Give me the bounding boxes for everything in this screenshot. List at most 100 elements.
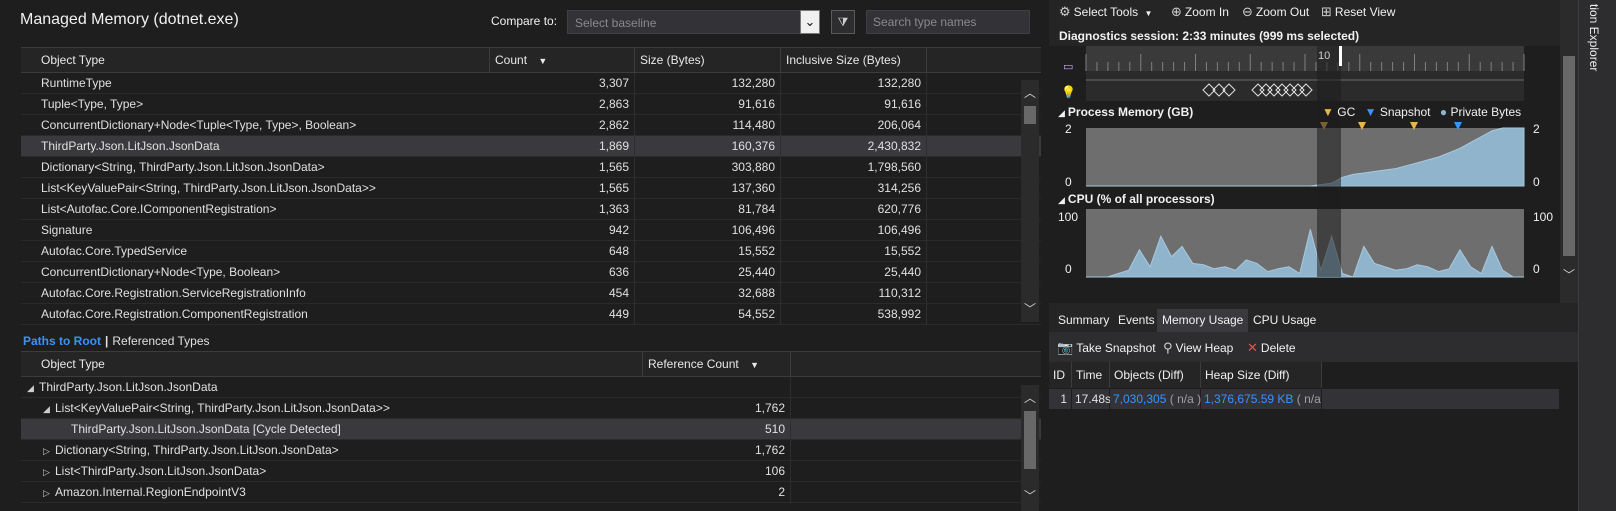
table-row[interactable]: Autofac.Core.Registration.ComponentRegis… [21, 304, 1041, 325]
column-object-type[interactable]: Object Type [21, 48, 490, 73]
snapshot-objects-link[interactable]: 7,030,305 [1113, 392, 1166, 406]
tree-row[interactable]: ◢ List<KeyValuePair<String, ThirdParty.Js… [21, 398, 1041, 419]
tab-summary[interactable]: Summary [1053, 309, 1114, 332]
selection-band[interactable] [1317, 46, 1341, 277]
reset-view-button[interactable]: ⊞ Reset View [1321, 4, 1395, 20]
session-status: Diagnostics session: 2:33 minutes (999 m… [1059, 29, 1360, 43]
tree-row[interactable]: ▷ List<ThirdParty.Json.LitJson.JsonData> 1… [21, 461, 1041, 482]
scroll-thumb[interactable] [1563, 56, 1575, 256]
zoom-out-button[interactable]: ⊖ Zoom Out [1242, 4, 1309, 20]
take-snapshot-button[interactable]: 📷 Take Snapshot [1057, 340, 1156, 356]
table-row[interactable]: Autofac.Core.TypedService 648 15,552 15,552 [21, 241, 1041, 262]
cell-object-type: Dictionary<String, ThirdParty.Json.LitJs… [41, 160, 325, 174]
tab-memory-usage[interactable]: Memory Usage [1157, 309, 1249, 332]
expanded-icon[interactable]: ◢ [43, 399, 55, 419]
cpu-y-max-left: 100 [1058, 210, 1079, 224]
snapshot-legend-label: Snapshot [1379, 105, 1431, 119]
baseline-select[interactable]: Select baseline ⌄ [567, 10, 820, 34]
column-id[interactable]: ID [1049, 362, 1072, 388]
scroll-up-icon[interactable]: ︿ [1021, 84, 1039, 102]
paths-table-header: Object Type Reference Count ▼ [21, 352, 1041, 377]
table-row[interactable]: ConcurrentDictionary+Node<Type, Boolean>… [21, 262, 1041, 283]
tab-paths-to-root[interactable]: Paths to Root [23, 334, 101, 348]
cell-count: 648 [490, 241, 635, 262]
column-size[interactable]: Size (Bytes) [635, 48, 781, 73]
memory-y-min-left: 0 [1065, 175, 1072, 189]
zoom-in-button[interactable]: ⊕ Zoom In [1171, 4, 1229, 20]
column-count[interactable]: Count ▼ [490, 48, 635, 73]
column-heap-size-diff[interactable]: Heap Size (Diff) [1201, 362, 1322, 388]
column-objects-diff[interactable]: Objects (Diff) [1110, 362, 1201, 388]
cell-path-object-type: ◢ List<KeyValuePair<String, ThirdParty.Js… [21, 398, 643, 419]
cell-size: 137,360 [635, 178, 781, 199]
snapshot-heap-link[interactable]: 1,376,675.59 KB [1204, 392, 1293, 406]
tree-row[interactable]: ◢ ThirdParty.Json.LitJson.JsonData [21, 377, 1041, 398]
paths-tabs: Paths to Root | Referenced Types [23, 334, 210, 348]
collapsed-icon[interactable]: ▷ [43, 483, 55, 503]
cell-path-object-type: ◢ ThirdParty.Json.LitJson.JsonData [21, 377, 643, 398]
select-tools-label: Select Tools [1073, 5, 1139, 19]
tree-row[interactable]: ▷ Dictionary<String, ThirdParty.Json.LitJ… [21, 440, 1041, 461]
table-row[interactable]: ConcurrentDictionary+Node<Tuple<Type, Ty… [21, 115, 1041, 136]
column-time[interactable]: Time [1072, 362, 1110, 388]
cell-count: 1,565 [490, 178, 635, 199]
cell-path-object-type: ▷ Dictionary<String, ThirdParty.Json.LitJ… [21, 440, 643, 461]
cell-path-object-type: ▷ Amazon.Internal.RegionEndpointV3 [21, 482, 643, 503]
scroll-up-icon[interactable]: ︿ [1021, 389, 1039, 407]
view-heap-button[interactable]: ⚲ View Heap [1163, 340, 1233, 356]
scroll-down-icon[interactable]: ﹀ [1021, 300, 1039, 318]
types-scrollbar[interactable]: ︿ ﹀ [1021, 80, 1039, 322]
table-row[interactable]: ThirdParty.Json.LitJson.JsonData 1,869 160… [21, 136, 1041, 157]
chevron-down-icon[interactable]: ⌄ [800, 10, 820, 34]
table-row[interactable]: Tuple<Type, Type> 2,863 91,616 91,616 [21, 94, 1041, 115]
snapshot-heap-cell: 1,376,675.59 KB ( n/a ) [1201, 389, 1328, 409]
table-row[interactable]: List<KeyValuePair<String, ThirdParty.Jso… [21, 178, 1041, 199]
cell-count: 2,863 [490, 94, 635, 115]
collapse-icon[interactable]: ◢ [1058, 108, 1065, 118]
collapse-icon[interactable]: ◢ [1058, 195, 1065, 205]
table-row[interactable]: Signature 942 106,496 106,496 [21, 220, 1041, 241]
tree-row[interactable]: ThirdParty.Json.LitJson.JsonData [Cycle … [21, 419, 1041, 440]
snapshot-table: ID Time Objects (Diff) Heap Size (Diff) … [1049, 362, 1578, 511]
collapsed-icon[interactable]: ▷ [43, 441, 55, 461]
scroll-down-icon[interactable]: ﹀ [1021, 487, 1039, 505]
expanded-icon[interactable]: ◢ [27, 378, 39, 398]
table-row[interactable]: Autofac.Core.Registration.ServiceRegistr… [21, 283, 1041, 304]
process-memory-label: Process Memory (GB) [1067, 105, 1194, 119]
gear-icon: ⚙ [1059, 4, 1071, 19]
scroll-down-icon[interactable]: ﹀ [1560, 266, 1578, 284]
table-row[interactable]: Dictionary<String, ThirdParty.Json.LitJs… [21, 157, 1041, 178]
paths-scrollbar[interactable]: ︿ ﹀ [1021, 385, 1039, 511]
tree-row[interactable]: ▷ Amazon.Internal.RegionEndpointV3 2 [21, 482, 1041, 503]
cell-count: 2,862 [490, 115, 635, 136]
timeline-scrollbar[interactable]: ﹀ [1560, 0, 1578, 303]
delete-button[interactable]: ✕ Delete [1247, 340, 1296, 356]
table-row[interactable]: RuntimeType 3,307 132,280 132,280 [21, 73, 1041, 94]
column-path-object-type[interactable]: Object Type [21, 352, 643, 377]
cell-reference-count [643, 377, 791, 398]
tab-events[interactable]: Events [1113, 309, 1160, 332]
column-reference-count[interactable]: Reference Count ▼ [643, 352, 791, 377]
filter-icon[interactable]: ⧩ [831, 10, 855, 34]
column-inclusive-size[interactable]: Inclusive Size (Bytes) [781, 48, 927, 73]
solution-explorer-tab[interactable]: tion Explorer [1578, 0, 1616, 511]
cpu-title: ◢ CPU (% of all processors) [1058, 192, 1215, 206]
select-tools-button[interactable]: ⚙ Select Tools ▼ [1059, 4, 1152, 20]
scroll-thumb[interactable] [1024, 411, 1036, 469]
events-track[interactable] [1086, 71, 1524, 101]
take-snapshot-label: Take Snapshot [1076, 341, 1156, 355]
search-type-input[interactable] [866, 10, 1030, 34]
scroll-thumb[interactable] [1024, 106, 1036, 124]
ruler-label: 10 [1318, 50, 1331, 62]
cell-size: 81,784 [635, 199, 781, 220]
selection-handle[interactable] [1339, 46, 1342, 66]
tab-referenced-types[interactable]: Referenced Types [112, 334, 209, 348]
table-row[interactable]: List<Autofac.Core.IComponentRegistration… [21, 199, 1041, 220]
snapshot-id: 1 [1049, 389, 1072, 409]
tab-cpu-usage[interactable]: CPU Usage [1248, 309, 1321, 332]
collapsed-icon[interactable]: ▷ [43, 462, 55, 482]
cell-inclusive-size: 2,430,832 [781, 136, 927, 157]
cell-object-type: Autofac.Core.Registration.ComponentRegis… [41, 307, 308, 321]
cell-inclusive-size: 620,776 [781, 199, 927, 220]
types-table-header: Object Type Count ▼ Size (Bytes) Inclusi… [21, 48, 1041, 73]
